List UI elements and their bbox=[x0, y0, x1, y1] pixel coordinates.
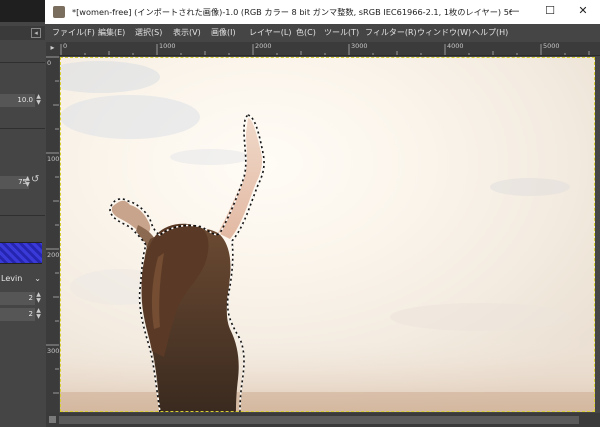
iterations-field[interactable]: 2 bbox=[0, 308, 35, 321]
menu-select[interactable]: 選択(S) bbox=[135, 24, 162, 42]
ruler-label: 1000 bbox=[47, 155, 59, 163]
size-field[interactable]: 10.0 bbox=[0, 94, 35, 107]
photo[interactable] bbox=[60, 57, 595, 412]
dock-menu-arrow-icon[interactable]: ◂ bbox=[31, 28, 41, 38]
navigate-icon bbox=[49, 416, 56, 423]
menu-windows[interactable]: ウィンドウ(W) bbox=[417, 24, 471, 42]
close-button[interactable]: ✕ bbox=[566, 0, 600, 24]
ruler-label: 4000 bbox=[447, 42, 464, 50]
window-title: *[women-free] (インポートされた画像)-1.0 (RGB カラー … bbox=[72, 7, 512, 17]
menu-colors[interactable]: 色(C) bbox=[296, 24, 316, 42]
menu-layer[interactable]: レイヤー(L) bbox=[249, 24, 291, 42]
menu-edit[interactable]: 編集(E) bbox=[98, 24, 125, 42]
ruler-label: 1000 bbox=[159, 42, 176, 50]
horizontal-scrollbar[interactable] bbox=[59, 413, 600, 427]
menu-view[interactable]: 表示(V) bbox=[173, 24, 201, 42]
iterations-spinner[interactable]: ▲ ▼ bbox=[35, 308, 42, 321]
quick-mask-corner[interactable]: ▸ bbox=[46, 42, 59, 55]
tool-options-dock: ◂ 10.0 ▲ ▼ 75 ▲ ▼ ↺ Levin ⌄ 2 ▲ ▼ 2 ▲ ▼ bbox=[0, 0, 46, 427]
menu-tools[interactable]: ツール(T) bbox=[324, 24, 359, 42]
method-label: Levin bbox=[1, 274, 23, 283]
divider bbox=[0, 215, 45, 216]
levels-spinner[interactable]: ▲ ▼ bbox=[35, 292, 42, 305]
ruler-label: 3000 bbox=[351, 42, 368, 50]
ruler-label: 3000 bbox=[47, 347, 59, 355]
menu-file[interactable]: ファイル(F) bbox=[52, 24, 95, 42]
ruler-label: 0 bbox=[63, 42, 68, 50]
gimp-app-icon bbox=[53, 6, 65, 18]
dock-titlebar bbox=[0, 0, 45, 22]
minimize-button[interactable]: — bbox=[497, 0, 531, 24]
chevron-down-icon: ⌄ bbox=[34, 274, 41, 283]
horizontal-ruler[interactable]: 0 1000 2000 3000 4000 5000 bbox=[59, 42, 600, 56]
horizontal-ruler-ticks bbox=[60, 44, 590, 55]
image-window: *[women-free] (インポートされた画像)-1.0 (RGB カラー … bbox=[45, 0, 600, 427]
scrollbar-thumb[interactable] bbox=[59, 416, 579, 424]
menu-image[interactable]: 画像(I) bbox=[211, 24, 236, 42]
divider bbox=[0, 128, 45, 129]
gradient-swatch[interactable] bbox=[0, 242, 42, 264]
window-titlebar: *[women-free] (インポートされた画像)-1.0 (RGB カラー … bbox=[45, 0, 600, 24]
navigate-button[interactable] bbox=[46, 413, 59, 427]
method-combo[interactable]: Levin ⌄ bbox=[0, 272, 43, 286]
image-canvas[interactable] bbox=[59, 56, 600, 413]
reset-icon[interactable]: ↺ bbox=[31, 175, 41, 185]
ruler-label: 2000 bbox=[47, 251, 59, 259]
ruler-label: 2000 bbox=[255, 42, 272, 50]
ruler-label: 5000 bbox=[543, 42, 560, 50]
dock-tab[interactable]: ◂ bbox=[0, 26, 45, 40]
size-spinner[interactable]: ▲ ▼ bbox=[35, 94, 42, 107]
vertical-ruler[interactable]: 0 1000 2000 3000 bbox=[46, 55, 59, 413]
divider bbox=[0, 62, 45, 63]
maximize-button[interactable]: ☐ bbox=[533, 0, 567, 24]
menu-bar: ファイル(F) 編集(E) 選択(S) 表示(V) 画像(I) レイヤー(L) … bbox=[45, 24, 600, 42]
opacity-spinner[interactable]: ▲ ▼ bbox=[24, 176, 31, 189]
vertical-ruler-ticks bbox=[46, 56, 59, 394]
levels-field[interactable]: 2 bbox=[0, 292, 35, 305]
menu-help[interactable]: ヘルプ(H) bbox=[472, 24, 508, 42]
ruler-label: 0 bbox=[47, 59, 52, 67]
menu-filters[interactable]: フィルター(R) bbox=[365, 24, 417, 42]
